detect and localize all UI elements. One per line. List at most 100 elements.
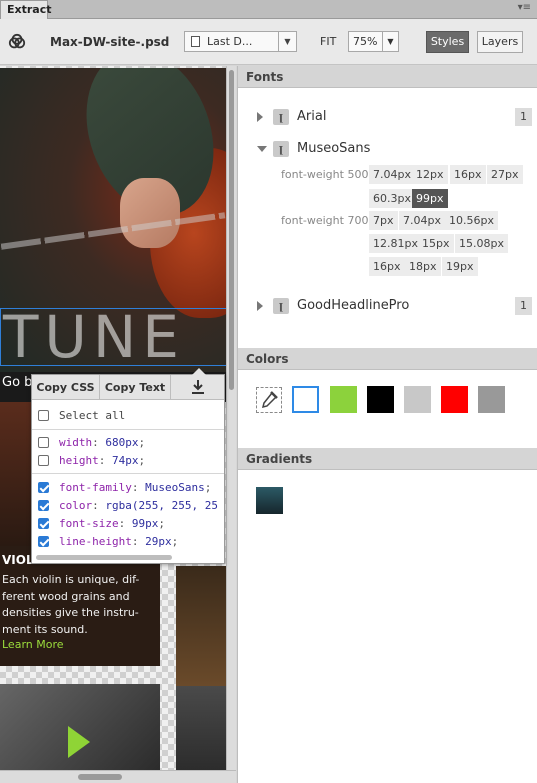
divider — [32, 429, 224, 430]
play-icon[interactable] — [68, 726, 90, 758]
download-button[interactable] — [171, 375, 224, 400]
eyedropper-button[interactable] — [256, 387, 282, 413]
font-size-chip[interactable]: 10.56px — [445, 211, 498, 230]
font-weight-700-label: font-weight 700 — [281, 214, 369, 227]
font-size-chip-selected[interactable]: 99px — [412, 189, 448, 208]
font-name: MuseoSans — [297, 141, 371, 156]
font-size-chip[interactable]: 60.3px — [369, 189, 415, 208]
select-all-checkbox[interactable] — [38, 410, 49, 421]
fit-button[interactable]: FIT — [320, 35, 336, 48]
prop-line: line-height: 29px; — [59, 535, 179, 548]
prop-checkbox[interactable] — [38, 482, 49, 493]
font-size-chip[interactable]: 16px — [450, 165, 486, 184]
violin-image[interactable] — [0, 402, 32, 546]
collapse-arrow-icon[interactable] — [257, 146, 267, 152]
copy-css-button[interactable]: Copy CSS — [32, 375, 100, 400]
font-size-chip[interactable]: 18px — [405, 257, 441, 276]
hero-text-layer[interactable]: TUNE — [0, 308, 226, 366]
font-size-chip[interactable]: 12.81px — [369, 234, 422, 253]
prop-checkbox[interactable] — [38, 437, 49, 448]
prop-line: height: 74px; — [59, 454, 146, 467]
font-size-chip[interactable]: 12px — [412, 165, 448, 184]
color-swatch-red[interactable] — [441, 386, 468, 413]
violin-description[interactable]: Each violin is unique, dif- ferent wood … — [2, 572, 152, 638]
font-icon: ꞁ — [273, 141, 289, 157]
gradient-swatch[interactable] — [256, 487, 283, 514]
learn-more-link[interactable]: Learn More — [2, 638, 64, 651]
creative-cloud-icon[interactable] — [8, 33, 26, 51]
select-all-row[interactable]: Select all — [32, 407, 224, 425]
expand-arrow-icon[interactable] — [257, 112, 263, 122]
toolbar: Max-DW-site-.psd Last D... ▼ FIT 75% ▼ S… — [0, 19, 537, 65]
css-prop-row[interactable]: font-size: 99px; — [32, 515, 224, 533]
font-family-museosans[interactable]: ꞁ MuseoSans — [238, 138, 537, 160]
color-swatch-light-gray[interactable] — [404, 386, 431, 413]
css-prop-row[interactable]: width: 680px; — [32, 434, 224, 452]
font-size-chip[interactable]: 7.04px — [369, 165, 415, 184]
prop-value: MuseoSans — [145, 481, 205, 494]
zoom-value: 75% — [353, 35, 378, 48]
prop-checkbox[interactable] — [38, 518, 49, 529]
font-size-chip[interactable]: 15.08px — [455, 234, 508, 253]
font-size-chip[interactable]: 27px — [487, 165, 523, 184]
gradients-header[interactable]: Gradients — [238, 448, 537, 470]
css-prop-row[interactable]: line-height: 29px; — [32, 533, 224, 551]
color-swatch-green[interactable] — [330, 386, 357, 413]
font-name: GoodHeadlinePro — [297, 298, 410, 313]
hero-subtext[interactable]: Go b — [2, 375, 32, 390]
color-swatch-black[interactable] — [367, 386, 394, 413]
css-prop-row[interactable]: height: 74px; — [32, 452, 224, 470]
prop-checkbox[interactable] — [38, 455, 49, 466]
font-family-arial[interactable]: ꞁ Arial 1 — [238, 106, 537, 128]
prop-checkbox[interactable] — [38, 500, 49, 511]
chevron-down-icon[interactable]: ▼ — [278, 32, 296, 51]
canvas-vertical-scrollbar[interactable] — [226, 66, 236, 776]
chevron-down-icon[interactable]: ▼ — [382, 32, 398, 51]
popover-caret — [192, 368, 206, 375]
font-icon: ꞁ — [273, 298, 289, 314]
expand-arrow-icon[interactable] — [257, 301, 263, 311]
prop-checkbox[interactable] — [38, 536, 49, 547]
panel-menu-icon[interactable]: ▾≡ — [518, 2, 531, 13]
css-prop-row[interactable]: color: rgba(255, 255, 25 — [32, 497, 224, 515]
violin-desc-line: ment its sound. — [2, 622, 88, 636]
panel-tab-strip: Extract ▾≡ — [0, 0, 537, 19]
violin-title[interactable]: VIOL — [2, 553, 34, 567]
canvas-horizontal-scrollbar[interactable] — [0, 770, 236, 783]
fonts-header[interactable]: Fonts — [238, 66, 537, 88]
layers-button[interactable]: Layers — [477, 31, 523, 53]
prop-line: font-family: MuseoSans; — [59, 481, 212, 494]
drum-kit-image[interactable] — [176, 686, 226, 776]
scrollbar-thumb[interactable] — [78, 774, 122, 780]
color-swatch-white[interactable] — [292, 386, 319, 413]
css-prop-row[interactable]: font-family: MuseoSans; — [32, 479, 224, 497]
download-icon — [191, 380, 204, 394]
font-size-chip[interactable]: 7.04px — [399, 211, 445, 230]
copy-text-button[interactable]: Copy Text — [100, 375, 171, 400]
violin-desc-line: Each violin is unique, dif- — [2, 573, 140, 586]
layer-comp-select[interactable]: Last D... ▼ — [184, 31, 297, 52]
eyedropper-icon — [261, 391, 278, 409]
font-size-chip[interactable]: 16px — [369, 257, 405, 276]
zoom-select[interactable]: 75% ▼ — [348, 31, 399, 52]
prop-value: 29px — [145, 535, 172, 548]
prop-name: font-family — [59, 481, 132, 494]
font-family-goodheadlinepro[interactable]: ꞁ GoodHeadlinePro 1 — [238, 295, 537, 317]
scrollbar-thumb[interactable] — [229, 70, 234, 390]
popover-scrollbar[interactable] — [36, 555, 172, 560]
font-size-chip[interactable]: 19px — [442, 257, 478, 276]
prop-name: font-size — [59, 517, 119, 530]
hero-image[interactable]: TUNE — [0, 68, 226, 372]
font-icon: ꞁ — [273, 109, 289, 125]
assets-panel: Fonts ꞁ Arial 1 ꞁ MuseoSans font-weight … — [237, 66, 537, 783]
colors-header[interactable]: Colors — [238, 348, 537, 370]
psd-filename: Max-DW-site-.psd — [50, 35, 170, 49]
font-size-chip[interactable]: 15px — [418, 234, 454, 253]
prop-value: rgba(255, 255, 25 — [105, 499, 218, 512]
color-swatch-gray[interactable] — [478, 386, 505, 413]
prop-value: 74px — [112, 454, 139, 467]
font-size-chip[interactable]: 7px — [369, 211, 398, 230]
drum-image[interactable] — [176, 566, 226, 686]
tab-extract[interactable]: Extract — [0, 0, 52, 19]
styles-button[interactable]: Styles — [426, 31, 469, 53]
